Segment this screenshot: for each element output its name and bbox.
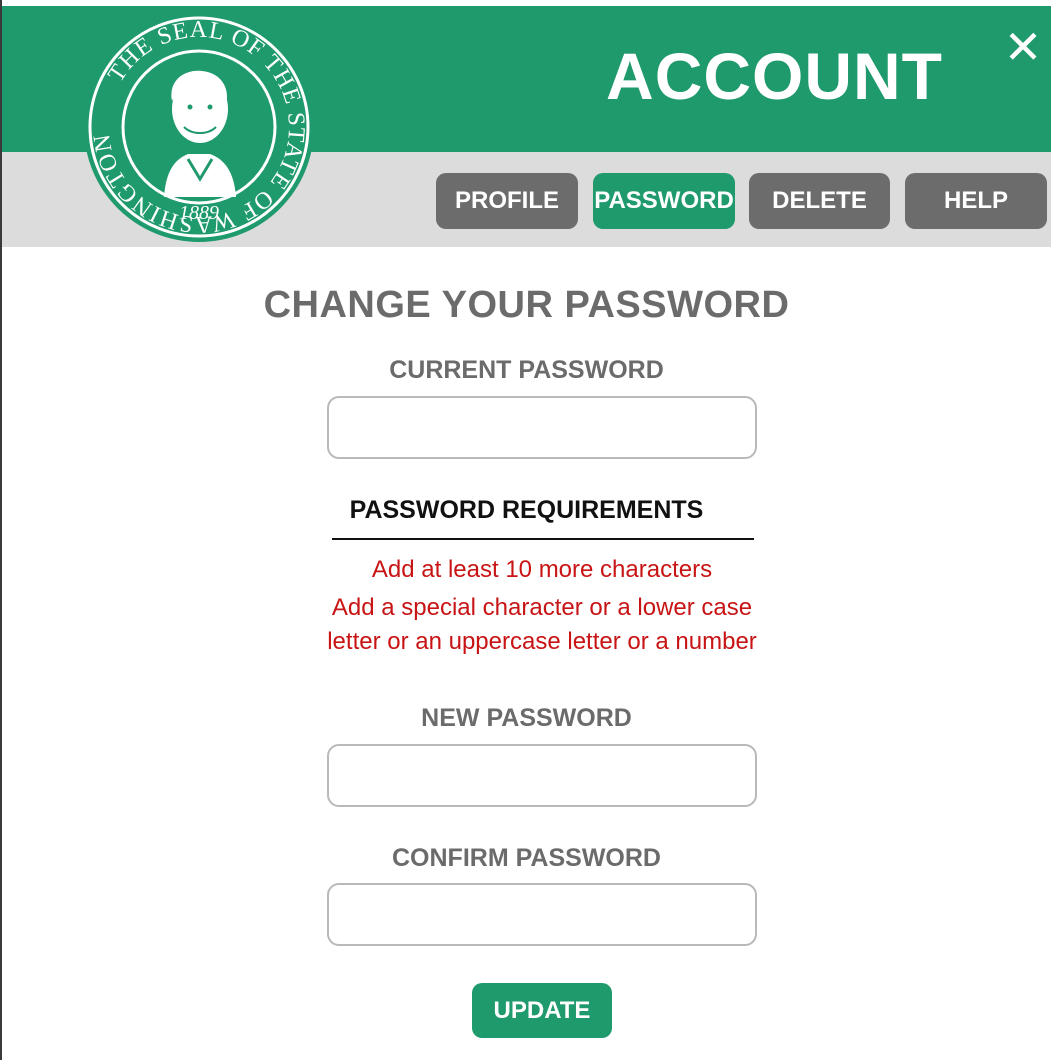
close-icon[interactable]: ✕: [1001, 22, 1045, 72]
window-title: ACCOUNT: [606, 39, 943, 113]
tab-profile[interactable]: PROFILE: [436, 173, 578, 229]
password-requirements-list: Add at least 10 more characters Add a sp…: [317, 553, 767, 663]
password-requirements-heading: PASSWORD REQUIREMENTS: [349, 496, 704, 524]
new-password-input[interactable]: [327, 744, 757, 807]
confirm-password-label: CONFIRM PASSWORD: [392, 844, 661, 872]
state-seal-logo: THE SEAL OF THE STATE OF WASHINGTON 1889: [84, 12, 314, 242]
account-dialog: ACCOUNT ✕ THE SEAL OF THE STATE OF WASHI…: [0, 0, 1051, 1060]
seal-year: 1889: [179, 202, 219, 224]
requirements-divider: [332, 538, 754, 540]
confirm-password-input[interactable]: [327, 883, 757, 946]
tab-delete[interactable]: DELETE: [749, 173, 890, 229]
current-password-label: CURRENT PASSWORD: [389, 356, 664, 384]
requirement-item: Add a special character or a lower case …: [327, 594, 757, 655]
new-password-label: NEW PASSWORD: [421, 704, 632, 732]
tab-help[interactable]: HELP: [905, 173, 1047, 229]
current-password-input[interactable]: [327, 396, 757, 459]
requirement-item: Add at least 10 more characters: [371, 556, 713, 583]
page-title: CHANGE YOUR PASSWORD: [263, 284, 790, 326]
update-button[interactable]: UPDATE: [472, 983, 612, 1038]
tab-password[interactable]: PASSWORD: [593, 173, 735, 229]
